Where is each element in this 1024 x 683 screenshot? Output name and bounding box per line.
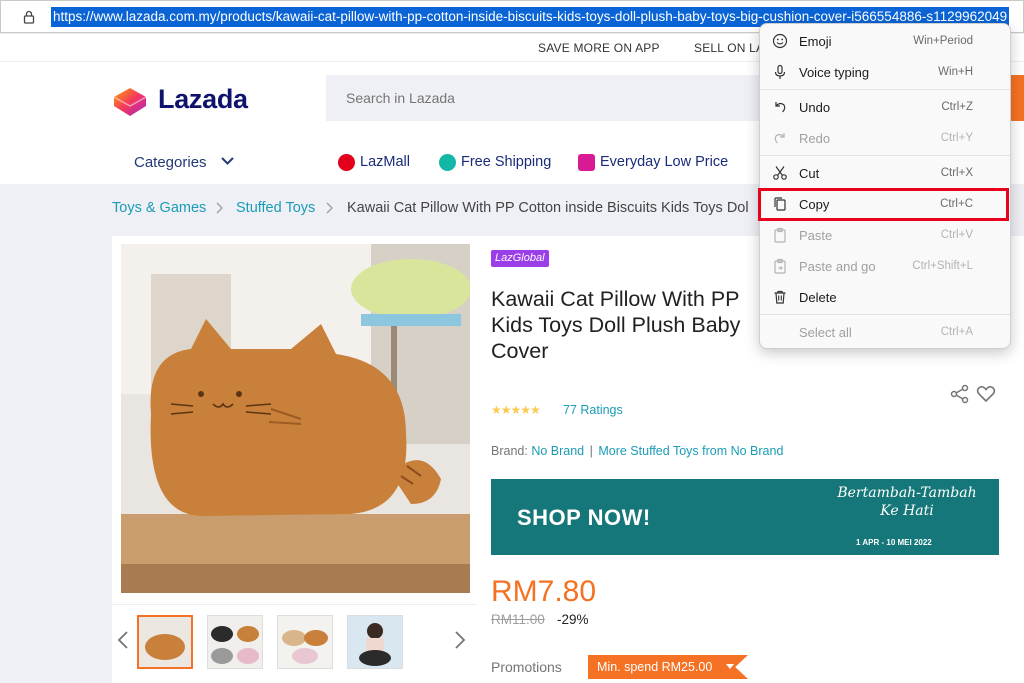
brand-separator: |	[589, 444, 593, 458]
banner-cta: SHOP NOW!	[517, 505, 651, 530]
menu-item-shortcut: Ctrl+A	[940, 326, 973, 338]
menu-item-label: Select all	[799, 325, 852, 340]
undo-icon	[775, 102, 786, 113]
product-thumbnail[interactable]	[277, 615, 333, 669]
save-more-on-app-link[interactable]: SAVE MORE ON APP	[538, 41, 660, 55]
menu-item-label: Paste and go	[799, 259, 876, 274]
paste-go-icon	[774, 258, 786, 274]
menu-item-emoji[interactable]: Emoji Win+Period	[760, 27, 1010, 56]
sell-on-lazada-link[interactable]: SELL ON LA	[694, 41, 764, 55]
menu-item-redo[interactable]: Redo Ctrl+Y	[760, 124, 1010, 153]
chevron-down-icon[interactable]	[221, 156, 234, 166]
product-title: Kawaii Cat Pillow With PP Kids Toys Doll…	[491, 286, 761, 364]
trash-icon	[774, 290, 786, 304]
menu-item-select-all[interactable]: Select all Ctrl+A	[760, 318, 1010, 347]
menu-item-shortcut: Ctrl+V	[940, 229, 973, 241]
product-title-line: Cover	[491, 339, 549, 363]
menu-item-label: Emoji	[799, 34, 832, 49]
lazglobal-badge: LazGlobal	[491, 250, 549, 267]
product-main-image[interactable]	[121, 244, 470, 593]
menu-item-label: Voice typing	[799, 65, 870, 80]
menu-item-label: Delete	[799, 290, 837, 305]
breadcrumb-toys-games[interactable]: Toys & Games	[112, 200, 206, 216]
low-price-icon	[578, 154, 595, 171]
product-thumbnail[interactable]	[137, 615, 193, 669]
emoji-icon	[772, 33, 788, 49]
menu-item-label: Undo	[799, 100, 831, 115]
breadcrumb-stuffed-toys[interactable]: Stuffed Toys	[236, 200, 315, 216]
chevron-down-icon[interactable]	[725, 663, 735, 671]
menu-item-cut[interactable]: Cut Ctrl+X	[760, 159, 1010, 188]
lazmall-icon	[338, 154, 355, 171]
menu-item-paste[interactable]: Paste Ctrl+V	[760, 221, 1010, 250]
nav-lazmall[interactable]: LazMall	[360, 154, 410, 170]
share-icon[interactable]	[950, 384, 970, 404]
categories-menu[interactable]: Categories	[134, 154, 207, 171]
nav-free-shipping[interactable]: Free Shipping	[461, 154, 551, 170]
menu-item-shortcut: Win+H	[938, 66, 973, 78]
banner-dates: 1 APR - 10 MEI 2022	[856, 538, 932, 547]
search-button[interactable]	[1010, 75, 1024, 121]
banner-script-line: Bertambah-Tambah	[837, 485, 977, 501]
menu-item-undo[interactable]: Undo Ctrl+Z	[760, 93, 1010, 122]
product-thumbnail[interactable]	[347, 615, 403, 669]
free-shipping-icon	[439, 154, 456, 171]
copy-highlight-box	[758, 188, 1009, 221]
product-title-line: Kawaii Cat Pillow With PP	[491, 287, 740, 311]
brand-link[interactable]: No Brand	[531, 444, 584, 458]
menu-divider	[760, 155, 1010, 156]
paste-icon	[774, 227, 786, 243]
context-menu: Emoji Win+Period Voice typing Win+H Undo…	[759, 23, 1011, 349]
menu-item-shortcut: Win+Period	[913, 35, 973, 47]
star-rating: ★★★★★	[491, 403, 541, 417]
discount-percent: -29%	[557, 612, 589, 627]
chevron-right-icon[interactable]	[454, 630, 466, 650]
menu-divider	[760, 89, 1010, 90]
menu-item-voice-typing[interactable]: Voice typing Win+H	[760, 58, 1010, 87]
menu-item-label: Redo	[799, 131, 831, 146]
wishlist-heart-icon[interactable]	[976, 384, 996, 404]
menu-item-shortcut: Ctrl+X	[940, 167, 973, 179]
redo-icon	[774, 133, 785, 144]
menu-divider	[760, 314, 1010, 315]
menu-item-label: Paste	[799, 228, 833, 243]
menu-item-delete[interactable]: Delete	[760, 283, 1010, 312]
product-thumbnail[interactable]	[207, 615, 263, 669]
chevron-right-icon	[326, 202, 333, 214]
menu-item-label: Cut	[799, 166, 820, 181]
original-price: RM11.00	[491, 612, 545, 627]
more-from-brand-link[interactable]: More Stuffed Toys from No Brand	[598, 444, 783, 458]
menu-item-paste-and-go[interactable]: Paste and go Ctrl+Shift+L	[760, 252, 1010, 281]
microphone-icon	[774, 64, 786, 79]
ratings-link[interactable]: 77 Ratings	[563, 403, 623, 417]
banner-script-line: Ke Hati	[880, 503, 934, 519]
menu-item-shortcut: Ctrl+Z	[941, 101, 973, 113]
scissors-icon	[773, 166, 787, 180]
current-price: RM7.80	[491, 575, 597, 608]
nav-everyday-low-price[interactable]: Everyday Low Price	[600, 154, 728, 170]
chevron-left-icon[interactable]	[117, 630, 129, 650]
lazada-logo-icon[interactable]	[112, 86, 148, 118]
lock-icon[interactable]	[21, 9, 37, 25]
lazada-logo-text[interactable]: Lazada	[158, 84, 248, 115]
chevron-right-icon	[216, 202, 223, 214]
menu-item-shortcut: Ctrl+Shift+L	[912, 260, 973, 272]
product-title-line: Kids Toys Doll Plush Baby	[491, 313, 741, 337]
menu-item-shortcut: Ctrl+Y	[940, 132, 973, 144]
promotion-chip[interactable]: Min. spend RM25.00	[588, 655, 748, 679]
brand-row: Brand: No Brand | More Stuffed Toys from…	[491, 444, 783, 458]
breadcrumb-current: Kawaii Cat Pillow With PP Cotton inside …	[347, 200, 749, 216]
promo-banner[interactable]: SHOP NOW! Bertambah-Tambah Ke Hati 1 APR…	[491, 479, 999, 555]
promotions-label: Promotions	[491, 659, 562, 675]
brand-label: Brand:	[491, 444, 528, 458]
banner-script-text: Bertambah-Tambah Ke Hati	[837, 484, 977, 520]
